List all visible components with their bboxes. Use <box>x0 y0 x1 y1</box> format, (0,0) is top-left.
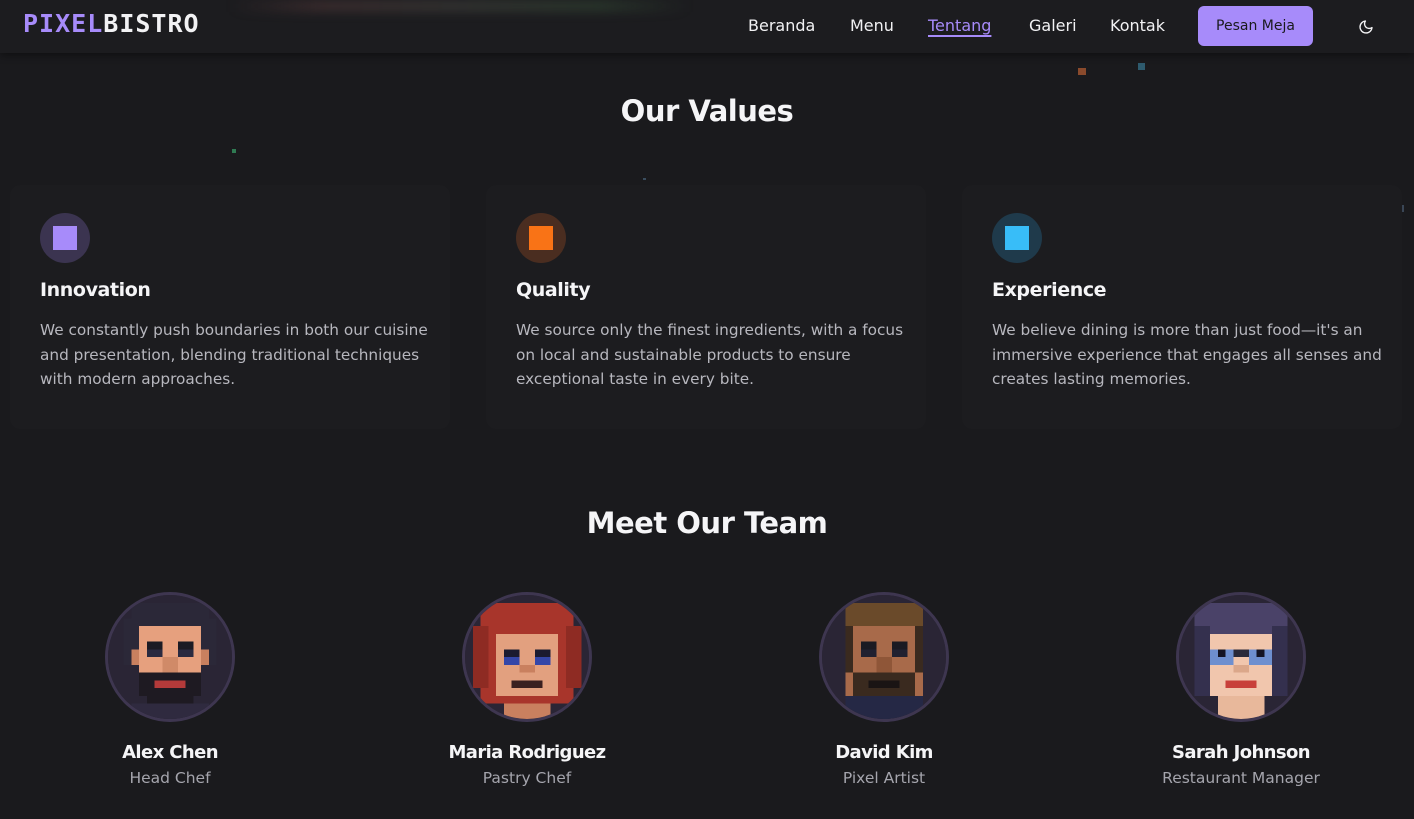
value-description: We believe dining is more than just food… <box>992 321 1382 388</box>
value-title: Quality <box>516 279 591 301</box>
navbar: PIXELBISTRO Beranda Menu Tentang Galeri … <box>0 0 1414 53</box>
member-role: Pixel Artist <box>842 769 926 787</box>
value-title: Innovation <box>40 279 151 301</box>
pixel-portrait-image <box>1179 595 1303 719</box>
theme-toggle-button[interactable] <box>1352 14 1380 40</box>
decorative-pixel <box>232 149 236 153</box>
values-section-title: Our Values <box>620 94 794 128</box>
nav-link-tentang[interactable]: Tentang <box>928 15 991 37</box>
team-member-card: Alex Chen Head Chef <box>20 592 320 787</box>
team-member-card: Maria Rodriguez Pastry Chef <box>377 592 677 787</box>
nav-link-galeri[interactable]: Galeri <box>1029 15 1077 37</box>
member-role: Head Chef <box>129 769 211 787</box>
value-card-experience: Experience We believe dining is more tha… <box>962 185 1402 429</box>
reserve-table-button[interactable]: Pesan Meja <box>1198 6 1313 46</box>
value-card-quality: Quality We source only the finest ingred… <box>486 185 926 429</box>
nav-link-menu[interactable]: Menu <box>850 15 894 37</box>
value-card-innovation: Innovation We constantly push boundaries… <box>10 185 450 429</box>
member-name: Maria Rodriguez <box>448 742 606 763</box>
avatar <box>819 592 949 722</box>
values-grid: Innovation We constantly push boundaries… <box>10 185 1404 429</box>
decorative-pixel <box>1078 68 1086 75</box>
value-description: We source only the finest ingredients, w… <box>516 321 904 388</box>
orange-square-icon <box>529 226 553 250</box>
team-member-card: Sarah Johnson Restaurant Manager <box>1091 592 1391 787</box>
value-icon-wrapper <box>992 213 1042 263</box>
member-role: Pastry Chef <box>482 769 572 787</box>
decorative-pixel <box>1138 63 1145 70</box>
avatar <box>462 592 592 722</box>
blue-square-icon <box>1005 226 1029 250</box>
decorative-pixel <box>643 178 646 180</box>
nav-glow-decoration <box>230 0 690 12</box>
avatar <box>105 592 235 722</box>
team-grid: Alex Chen Head Chef Maria Rodriguez Past… <box>0 592 1414 802</box>
member-name: Sarah Johnson <box>1171 742 1311 763</box>
moon-icon <box>1359 20 1373 34</box>
nav-link-kontak[interactable]: Kontak <box>1110 15 1165 37</box>
purple-square-icon <box>53 226 77 250</box>
avatar <box>1176 592 1306 722</box>
team-section-title: Meet Our Team <box>586 506 828 540</box>
pixel-portrait-image <box>465 595 589 719</box>
value-icon-wrapper <box>40 213 90 263</box>
member-name: Alex Chen <box>122 742 218 763</box>
pixel-portrait-image <box>822 595 946 719</box>
member-role: Restaurant Manager <box>1162 769 1320 787</box>
team-member-card: David Kim Pixel Artist <box>734 592 1034 787</box>
nav-link-beranda[interactable]: Beranda <box>748 15 815 37</box>
pixel-portrait-image <box>108 595 232 719</box>
value-description: We constantly push boundaries in both ou… <box>40 321 428 388</box>
value-title: Experience <box>992 279 1107 301</box>
value-icon-wrapper <box>516 213 566 263</box>
member-name: David Kim <box>835 742 933 763</box>
